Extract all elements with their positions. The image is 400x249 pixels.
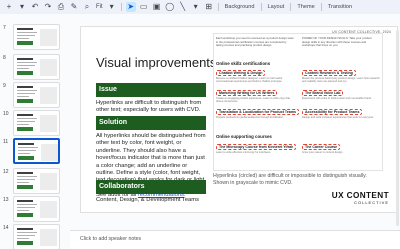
slide-thumbnail[interactable] <box>13 196 60 222</box>
screenshot-caption[interactable]: Hyperlinks (circled) are difficult or im… <box>213 173 383 186</box>
slide-thumbnail[interactable] <box>13 110 60 136</box>
brand-logo-subtitle: COLLECTIVE <box>354 200 389 205</box>
brand-logo-title: UX CONTENT <box>331 191 389 200</box>
slide-number: 13 <box>3 197 9 203</box>
doc-course-desc: Experiment with voice to build a clear a… <box>302 97 372 100</box>
slide-filmstrip: 7 8 9 10 11 12 13 14 <box>0 14 70 249</box>
slide-number: 14 <box>3 225 9 231</box>
doc-course-link: The Brand Voice Lab <box>302 90 344 96</box>
slide-number: 11 <box>3 139 9 145</box>
slide-thumbnail-row[interactable]: 11 <box>0 138 70 164</box>
slide-canvas: UX CONTENT COLLECTIVE, 2024 Visual impro… <box>70 14 400 230</box>
doc-course-link: Accessibility for Product Teams <box>302 109 363 115</box>
example-screenshot[interactable]: Each workshop you need to succeed as a p… <box>213 33 383 171</box>
slide-thumbnail-row[interactable]: 9 <box>0 82 70 108</box>
doc-course-link: The Career Course <box>302 144 341 150</box>
slide-number: 10 <box>3 111 9 117</box>
slide-thumbnail-row[interactable]: 14 <box>0 224 70 249</box>
doc-intro-right: POWER OF YOUR DESIGN SKILLS: Take your p… <box>302 36 372 48</box>
doc-section-title: Online supporting courses <box>216 134 272 139</box>
image-icon[interactable]: ▣ <box>152 2 162 12</box>
toolbar-divider <box>320 3 322 11</box>
doc-intro-left: Each workshop you need to succeed as a p… <box>216 36 294 48</box>
line-icon[interactable]: ╲ <box>178 2 188 12</box>
slide-number: 9 <box>3 83 6 89</box>
slide-thumbnail[interactable] <box>13 224 60 249</box>
doc-course-link: Content Research & Testing <box>302 70 356 76</box>
doc-course-link: Chatbot Writing & Design <box>216 70 266 76</box>
doc-course-desc: Prepare products for global audiences th… <box>216 116 284 119</box>
slide-number: 8 <box>3 55 6 61</box>
doc-course-link: The Microcopy Course from Kinneret Yifra… <box>216 144 297 150</box>
slide-thumbnail-row[interactable]: 12 <box>0 168 70 194</box>
speaker-notes-placeholder[interactable]: Click to add speaker notes <box>80 236 141 242</box>
line-dropdown-icon[interactable]: ▾ <box>191 2 201 12</box>
layout-button[interactable]: Layout <box>266 4 287 10</box>
toolbar-divider <box>120 3 122 11</box>
doc-section-title: Online skillz certifications <box>216 61 271 66</box>
transition-button[interactable]: Transition <box>326 4 354 10</box>
doc-course-link: Translation & Localization for Product T… <box>216 109 300 115</box>
slide-thumbnail-selected[interactable] <box>13 138 60 164</box>
select-tool-icon[interactable]: ➤ <box>125 2 136 12</box>
shape-icon[interactable]: ◯ <box>165 2 175 12</box>
paint-format-icon[interactable]: ✎ <box>69 2 79 12</box>
slide-thumbnail[interactable] <box>13 24 60 50</box>
theme-button[interactable]: Theme <box>295 4 316 10</box>
toolbar-divider <box>290 3 292 11</box>
doc-course-desc: Learn to write effective microcopy for i… <box>216 151 272 154</box>
slide-thumbnail-row[interactable]: 8 <box>0 54 70 80</box>
doc-course-desc: Master the process behind any product de… <box>302 77 380 84</box>
redo-icon[interactable]: ↷ <box>43 2 53 12</box>
doc-course-desc: Become a certified Chatbot designer. Lea… <box>216 77 283 84</box>
slide-number: 7 <box>3 25 6 31</box>
speaker-notes-panel[interactable]: Click to add speaker notes <box>70 230 400 249</box>
collaborators-text[interactable]: Content, Design, & Development Teams <box>96 197 206 204</box>
current-slide[interactable]: UX CONTENT COLLECTIVE, 2024 Visual impro… <box>80 26 398 213</box>
doc-course-desc: Create an engaging product experience. L… <box>216 97 290 104</box>
slide-thumbnail-row[interactable]: 13 <box>0 196 70 222</box>
issue-text[interactable]: Hyperlinks are difficult to distinguish … <box>96 100 206 115</box>
zoom-select[interactable]: Fit <box>95 4 104 10</box>
undo-icon[interactable]: ↶ <box>30 2 40 12</box>
issue-heading[interactable]: Issue <box>96 83 206 97</box>
slide-thumbnail[interactable] <box>13 82 60 108</box>
brand-logo: UX CONTENT COLLECTIVE <box>332 191 389 205</box>
doc-course-desc: Grow your career in content design. <box>302 151 344 154</box>
comment-icon[interactable]: ⊞ <box>204 2 214 12</box>
background-button[interactable]: Background <box>223 4 257 10</box>
text-box-icon[interactable]: ▭ <box>139 2 149 12</box>
slide-thumbnail-row[interactable]: 7 <box>0 24 70 50</box>
toolbar-divider <box>217 3 219 11</box>
add-slide-icon[interactable]: + <box>4 2 14 12</box>
slide-thumbnail-row[interactable]: 10 <box>0 110 70 136</box>
slide-thumbnail[interactable] <box>13 168 60 194</box>
slide-title[interactable]: Visual improvements <box>96 55 216 70</box>
collaborators-heading[interactable]: Collaborators <box>96 180 206 194</box>
slide-number: 12 <box>3 169 9 175</box>
zoom-dropdown-icon[interactable]: ▾ <box>107 2 117 12</box>
canvas-scrollbar[interactable] <box>396 30 399 226</box>
dropdown-icon[interactable]: ▾ <box>17 2 27 12</box>
toolbar-divider <box>260 3 262 11</box>
slide-thumbnail[interactable] <box>13 54 60 80</box>
print-icon[interactable]: ⎙ <box>56 2 66 12</box>
doc-course-link: Marketing Writing for UX Writers <box>216 90 278 96</box>
doc-course-desc: Design and write inclusive experiences t… <box>302 116 374 119</box>
slides-toolbar: + ▾ ↶ ↷ ⎙ ✎ ⌕ Fit ▾ ➤ ▭ ▣ ◯ ╲ ▾ ⊞ Backgr… <box>0 0 400 14</box>
solution-heading[interactable]: Solution <box>96 116 206 130</box>
zoom-icon[interactable]: ⌕ <box>82 2 92 12</box>
